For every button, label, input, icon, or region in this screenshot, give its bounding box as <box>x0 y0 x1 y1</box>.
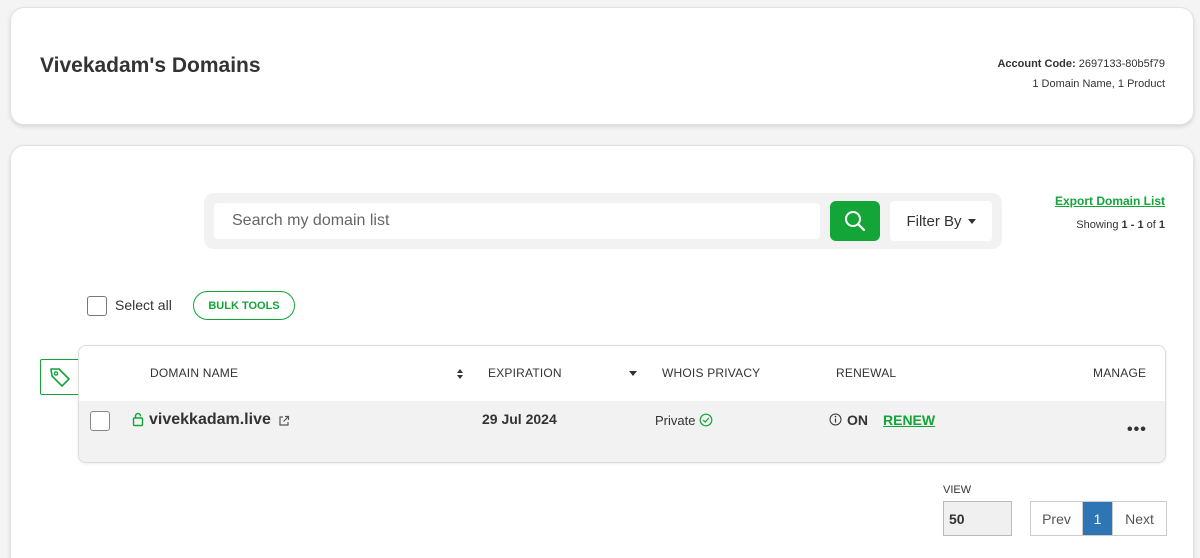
whois-privacy-status: Private <box>655 413 696 428</box>
search-input[interactable] <box>214 203 820 239</box>
search-button[interactable] <box>830 201 880 241</box>
tag-icon <box>50 368 70 387</box>
column-header-renewal: RENEWAL <box>836 366 897 380</box>
domain-table: DOMAIN NAME EXPIRATION WHOIS PRIVACY REN… <box>78 345 1166 463</box>
info-icon[interactable] <box>829 413 842 426</box>
column-header-domain[interactable]: DOMAIN NAME <box>150 366 238 380</box>
caret-down-icon <box>967 218 976 224</box>
export-domain-list-link[interactable]: Export Domain List <box>1055 194 1165 208</box>
sort-down-icon[interactable] <box>629 371 637 376</box>
account-summary: 1 Domain Name, 1 Product <box>1032 78 1165 90</box>
showing-of: of <box>1146 219 1156 231</box>
account-code-value: 2697133-80b5f79 <box>1078 58 1165 70</box>
more-icon[interactable]: ••• <box>1127 421 1147 439</box>
view-label: VIEW <box>943 484 972 496</box>
page-title: Vivekadam's Domains <box>40 54 261 77</box>
select-all-label: Select all <box>115 297 172 313</box>
sort-icon[interactable] <box>456 368 464 380</box>
next-page-button[interactable]: Next <box>1112 502 1166 535</box>
domain-name-link[interactable]: vivekkadam.live <box>149 411 271 429</box>
search-bar: Filter By <box>204 193 1002 249</box>
external-link-icon[interactable] <box>278 415 290 427</box>
column-header-manage: MANAGE <box>1093 366 1147 380</box>
renew-link[interactable]: RENEW <box>883 412 935 428</box>
showing-range: 1 - 1 <box>1121 219 1144 231</box>
select-all-checkbox[interactable] <box>87 296 107 316</box>
table-row: vivekkadam.live 29 Jul 2024 Private ON R… <box>79 401 1165 462</box>
header-card: Vivekadam's Domains Account Code: 269713… <box>10 7 1194 125</box>
pagination: Prev 1 Next <box>1030 501 1167 536</box>
showing-total: 1 <box>1158 219 1165 231</box>
view-count-input[interactable] <box>943 501 1012 536</box>
account-code-label: Account Code: <box>997 58 1076 70</box>
column-header-expiration[interactable]: EXPIRATION <box>488 366 562 380</box>
search-icon <box>845 211 866 232</box>
lock-icon <box>132 412 144 427</box>
domain-list-card: Filter By Export Domain List Showing 1 -… <box>10 145 1194 558</box>
tag-button[interactable] <box>40 359 80 395</box>
auto-renewal-status: ON <box>847 412 868 428</box>
account-code: Account Code: 2697133-80b5f79 <box>997 54 1165 74</box>
account-info: Account Code: 2697133-80b5f79 1 Domain N… <box>997 54 1165 94</box>
showing-count: Showing 1 - 1 of 1 <box>1076 219 1165 231</box>
prev-page-button[interactable]: Prev <box>1031 502 1083 535</box>
row-checkbox[interactable] <box>90 411 110 431</box>
filter-by-label: Filter By <box>906 212 962 230</box>
check-circle-icon <box>699 413 713 427</box>
table-header: DOMAIN NAME EXPIRATION WHOIS PRIVACY REN… <box>79 346 1165 401</box>
bulk-tools-button[interactable]: BULK TOOLS <box>193 291 295 320</box>
page-1-button[interactable]: 1 <box>1083 502 1112 535</box>
column-header-whois-privacy: WHOIS PRIVACY <box>662 366 761 380</box>
expiration-date: 29 Jul 2024 <box>482 411 557 427</box>
filter-by-button[interactable]: Filter By <box>890 201 992 241</box>
showing-prefix: Showing <box>1076 219 1119 231</box>
